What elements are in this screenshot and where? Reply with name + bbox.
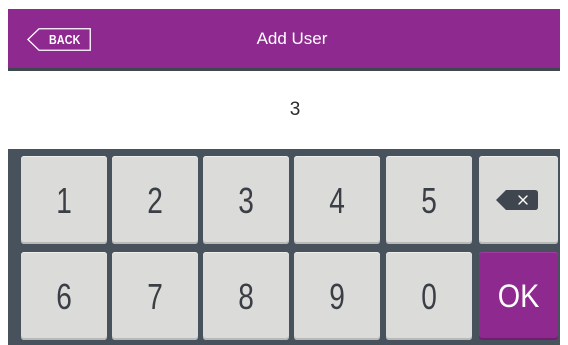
key-3[interactable]: 3: [203, 156, 289, 244]
ok-button-label: OK: [497, 278, 540, 314]
key-label: 2: [147, 180, 163, 221]
key-0[interactable]: 0: [386, 252, 472, 340]
key-label: 0: [421, 276, 437, 317]
numeric-keypad: 1 2 3 4 5 6 7 8 9 0 OK: [8, 149, 560, 345]
key-4[interactable]: 4: [294, 156, 380, 244]
key-label: 9: [329, 276, 345, 317]
header-divider: [8, 68, 560, 71]
key-5[interactable]: 5: [386, 156, 472, 244]
key-label: 5: [421, 180, 437, 221]
key-7[interactable]: 7: [112, 252, 198, 340]
add-user-screen: BACK Add User 3 1 2 3 4 5 6 7 8 9 0 OK: [0, 0, 568, 345]
key-label: 1: [56, 180, 72, 221]
entry-display: 3: [289, 99, 301, 120]
key-label: 6: [56, 276, 72, 317]
key-2[interactable]: 2: [112, 156, 198, 244]
ok-button[interactable]: OK: [479, 252, 558, 340]
key-label: 8: [238, 276, 254, 317]
screen-top-edge: [0, 0, 568, 8]
key-label: 4: [329, 180, 345, 221]
key-6[interactable]: 6: [21, 252, 107, 340]
key-9[interactable]: 9: [294, 252, 380, 340]
backspace-icon: [496, 190, 538, 210]
page-title: Add User: [256, 29, 328, 48]
key-label: 3: [238, 180, 254, 221]
key-label: 7: [147, 276, 163, 317]
key-8[interactable]: 8: [203, 252, 289, 340]
backspace-key[interactable]: [479, 156, 558, 244]
key-1[interactable]: 1: [21, 156, 107, 244]
